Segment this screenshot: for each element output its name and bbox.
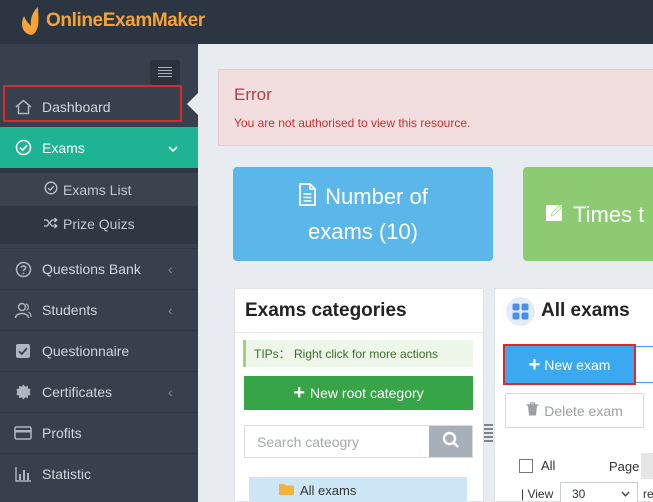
sidebar-item-exams[interactable]: Exams (0, 127, 198, 168)
chevron-down-icon (168, 140, 178, 156)
tips-note: TIPs： Right click for more actions (243, 340, 473, 367)
plus-icon: + (528, 353, 541, 376)
page-size-value: 30 (572, 487, 586, 501)
logo-text: OnlineExamMaker (46, 10, 205, 31)
records-label: re (643, 487, 653, 501)
select-all-checkbox[interactable] (519, 459, 533, 473)
users-icon (14, 301, 32, 319)
exam-count-label-line1: Number of (325, 184, 428, 210)
exams-submenu: Exams List Prize Quizs (0, 168, 198, 244)
submenu-item-label: Exams List (63, 181, 132, 198)
submenu-item-label: Prize Quizs (63, 215, 135, 232)
exams-highlight-outline (3, 85, 182, 122)
error-alert: Error You are not authorised to view thi… (218, 69, 653, 146)
view-label: | View (521, 487, 554, 501)
chevron-down-icon (621, 489, 630, 500)
delete-exam-button[interactable]: Delete exam (505, 393, 644, 428)
submenu-item-prize-quizs[interactable]: Prize Quizs (0, 207, 198, 240)
times-card[interactable]: Times t (523, 167, 653, 261)
sidebar-item-questions-bank[interactable]: Questions Bank ‹ (0, 248, 198, 289)
divider (235, 332, 483, 333)
credit-card-icon (14, 424, 32, 442)
page-number-input[interactable] (641, 453, 653, 479)
error-message: You are not authorised to view this reso… (234, 116, 471, 130)
sidebar-item-label: Statistic (42, 466, 92, 482)
folder-icon (279, 483, 294, 498)
category-search (244, 425, 473, 458)
question-circle-icon (14, 260, 32, 278)
sidebar-item-label: Questionnaire (42, 343, 130, 359)
exam-count-label-line2: exams (10) (307, 218, 419, 244)
all-exams-title: All exams (541, 300, 630, 321)
certificate-icon (14, 383, 32, 401)
search-icon (442, 431, 460, 452)
checkbox-icon (14, 342, 32, 360)
sidebar-item-label: Questions Bank (42, 261, 141, 277)
tree-item-label: All exams (300, 482, 357, 498)
logo-leaf-icon (22, 7, 39, 35)
document-icon (298, 182, 317, 215)
error-title: Error (234, 85, 272, 104)
page-size-select[interactable]: 30 (560, 482, 638, 502)
sidebar-item-label: Certificates (42, 384, 113, 400)
chevron-left-icon: ‹ (168, 384, 173, 400)
select-all-label: All (541, 458, 556, 473)
categories-panel: Exams categories TIPs： Right click for m… (234, 288, 484, 502)
logo[interactable]: OnlineExamMaker (18, 6, 205, 36)
all-exams-panel: All exams + New exam Delete exam All Page… (494, 288, 653, 502)
sidebar-item-questionnaire[interactable]: Questionnaire (0, 330, 198, 371)
new-exam-dropdown-button[interactable] (636, 346, 653, 383)
sidebar-item-statistic[interactable]: Statistic (0, 453, 198, 494)
exam-count-card[interactable]: Number of exams (10) (233, 167, 493, 261)
edit-icon (545, 198, 565, 231)
menu-toggle-button[interactable] (150, 60, 180, 85)
top-bar: OnlineExamMaker (0, 0, 653, 44)
sidebar-item-label: Exams (42, 139, 85, 156)
submenu-item-exams-list[interactable]: Exams List (0, 173, 198, 206)
plus-icon: + (293, 382, 306, 404)
sidebar-item-label: Profits (42, 425, 82, 441)
shuffle-icon (44, 216, 58, 232)
sidebar-item-label: Students (42, 302, 98, 318)
new-root-category-button[interactable]: + New root category (244, 376, 473, 410)
times-label: Times t (573, 201, 645, 227)
category-search-input[interactable] (245, 426, 429, 457)
new-exam-label: New exam (544, 356, 611, 373)
new-root-category-label: New root category (310, 385, 424, 401)
active-indicator (187, 93, 198, 115)
tree-item-all-exams[interactable]: All exams (249, 477, 467, 502)
new-exam-button[interactable]: + New exam (505, 346, 634, 383)
grid-icon (506, 297, 535, 326)
chevron-left-icon: ‹ (168, 261, 173, 277)
search-button[interactable] (429, 426, 472, 457)
trash-icon (526, 402, 539, 419)
chevron-left-icon: ‹ (168, 302, 173, 318)
categories-title: Exams categories (245, 300, 407, 321)
resize-handle[interactable] (484, 424, 493, 444)
delete-exam-label: Delete exam (544, 402, 623, 419)
check-circle-icon (44, 181, 58, 198)
sidebar-item-profits[interactable]: Profits (0, 412, 198, 453)
check-circle-icon (14, 139, 32, 157)
sidebar-item-certificates[interactable]: Certificates ‹ (0, 371, 198, 412)
bar-chart-icon (14, 465, 32, 483)
sidebar-item-students[interactable]: Students ‹ (0, 289, 198, 330)
page-label: Page (609, 459, 640, 474)
